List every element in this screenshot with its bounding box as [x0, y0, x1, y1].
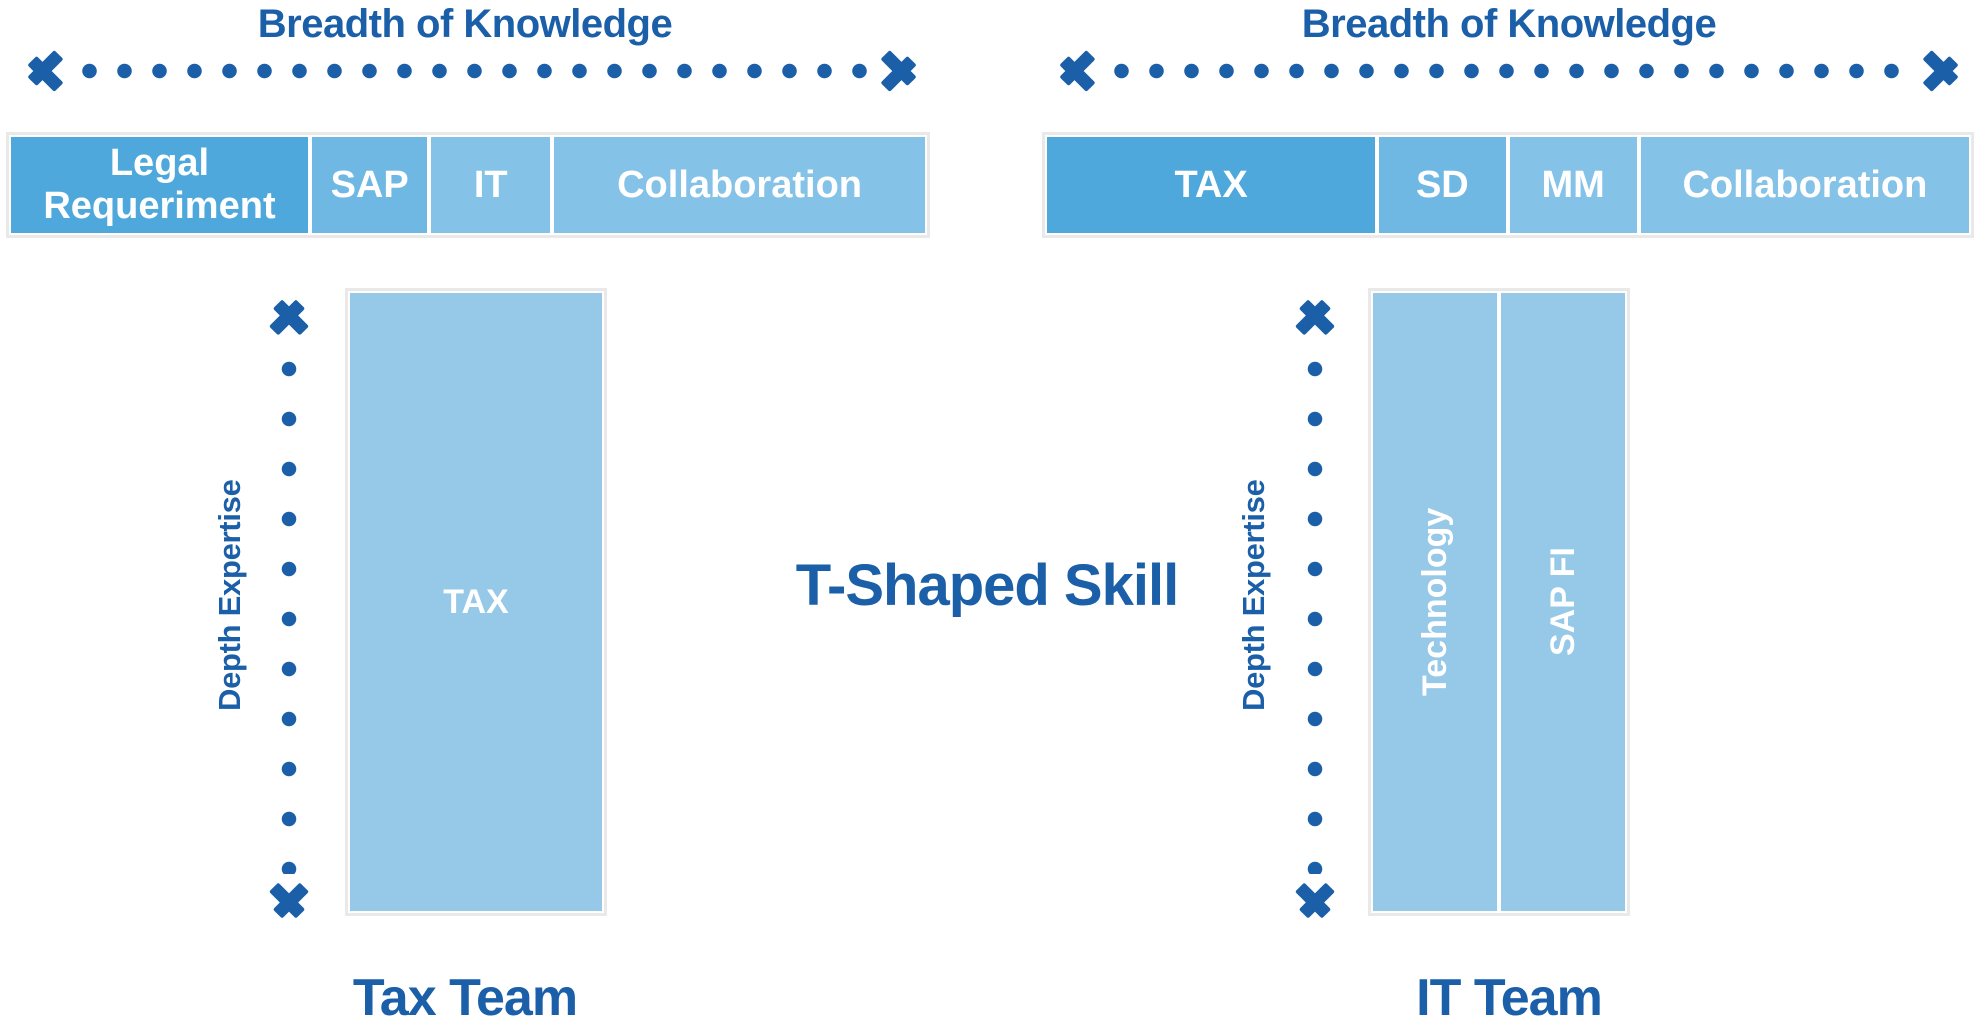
chevron-up-icon: [1284, 300, 1346, 340]
chevron-down-icon: [258, 878, 320, 918]
dotted-line: [1104, 62, 1914, 80]
left-breadth-of-knowledge-label: Breadth of Knowledge: [257, 2, 673, 46]
left-depth-stem: TAX: [345, 288, 607, 916]
center-title: T-Shaped Skill: [795, 553, 1179, 618]
left-depth-arrow: [258, 300, 320, 918]
chevron-right-icon: [876, 42, 916, 100]
left-breadth-bar: Legal Requeriment SAP IT Collaboration: [6, 132, 930, 238]
left-breadth-arrow: [28, 42, 916, 100]
right-breadth-segment-sd[interactable]: SD: [1377, 135, 1508, 235]
diagram-canvas: Breadth of Knowledge Legal Requeriment S…: [0, 0, 1976, 1032]
dotted-line-vertical: [280, 344, 298, 874]
left-breadth-segment-legal-requeriment[interactable]: Legal Requeriment: [9, 135, 310, 235]
right-breadth-bar: TAX SD MM Collaboration: [1042, 132, 1974, 238]
left-breadth-segment-it[interactable]: IT: [429, 135, 553, 235]
right-breadth-arrow: [1060, 42, 1958, 100]
chevron-left-icon: [1060, 42, 1100, 100]
right-breadth-segment-mm[interactable]: MM: [1507, 135, 1639, 235]
left-depth-expertise-label: Depth Expertise: [212, 479, 247, 711]
chevron-up-icon: [258, 300, 320, 340]
right-depth-stem: Technology SAP FI: [1368, 288, 1630, 916]
left-team-label: Tax Team: [352, 969, 578, 1027]
right-breadth-segment-tax[interactable]: TAX: [1045, 135, 1378, 235]
chevron-down-icon: [1284, 878, 1346, 918]
left-breadth-segment-sap[interactable]: SAP: [309, 135, 430, 235]
dotted-line: [72, 62, 872, 80]
left-breadth-segment-collaboration[interactable]: Collaboration: [552, 135, 927, 235]
right-team-label: IT Team: [1416, 969, 1603, 1027]
right-depth-segment-technology[interactable]: Technology: [1371, 291, 1499, 913]
chevron-left-icon: [28, 42, 68, 100]
left-depth-segment-tax[interactable]: TAX: [348, 291, 604, 913]
chevron-right-icon: [1918, 42, 1958, 100]
right-breadth-of-knowledge-label: Breadth of Knowledge: [1301, 2, 1717, 46]
right-depth-segment-sap-fi[interactable]: SAP FI: [1499, 291, 1627, 913]
right-breadth-segment-collaboration[interactable]: Collaboration: [1638, 135, 1972, 235]
